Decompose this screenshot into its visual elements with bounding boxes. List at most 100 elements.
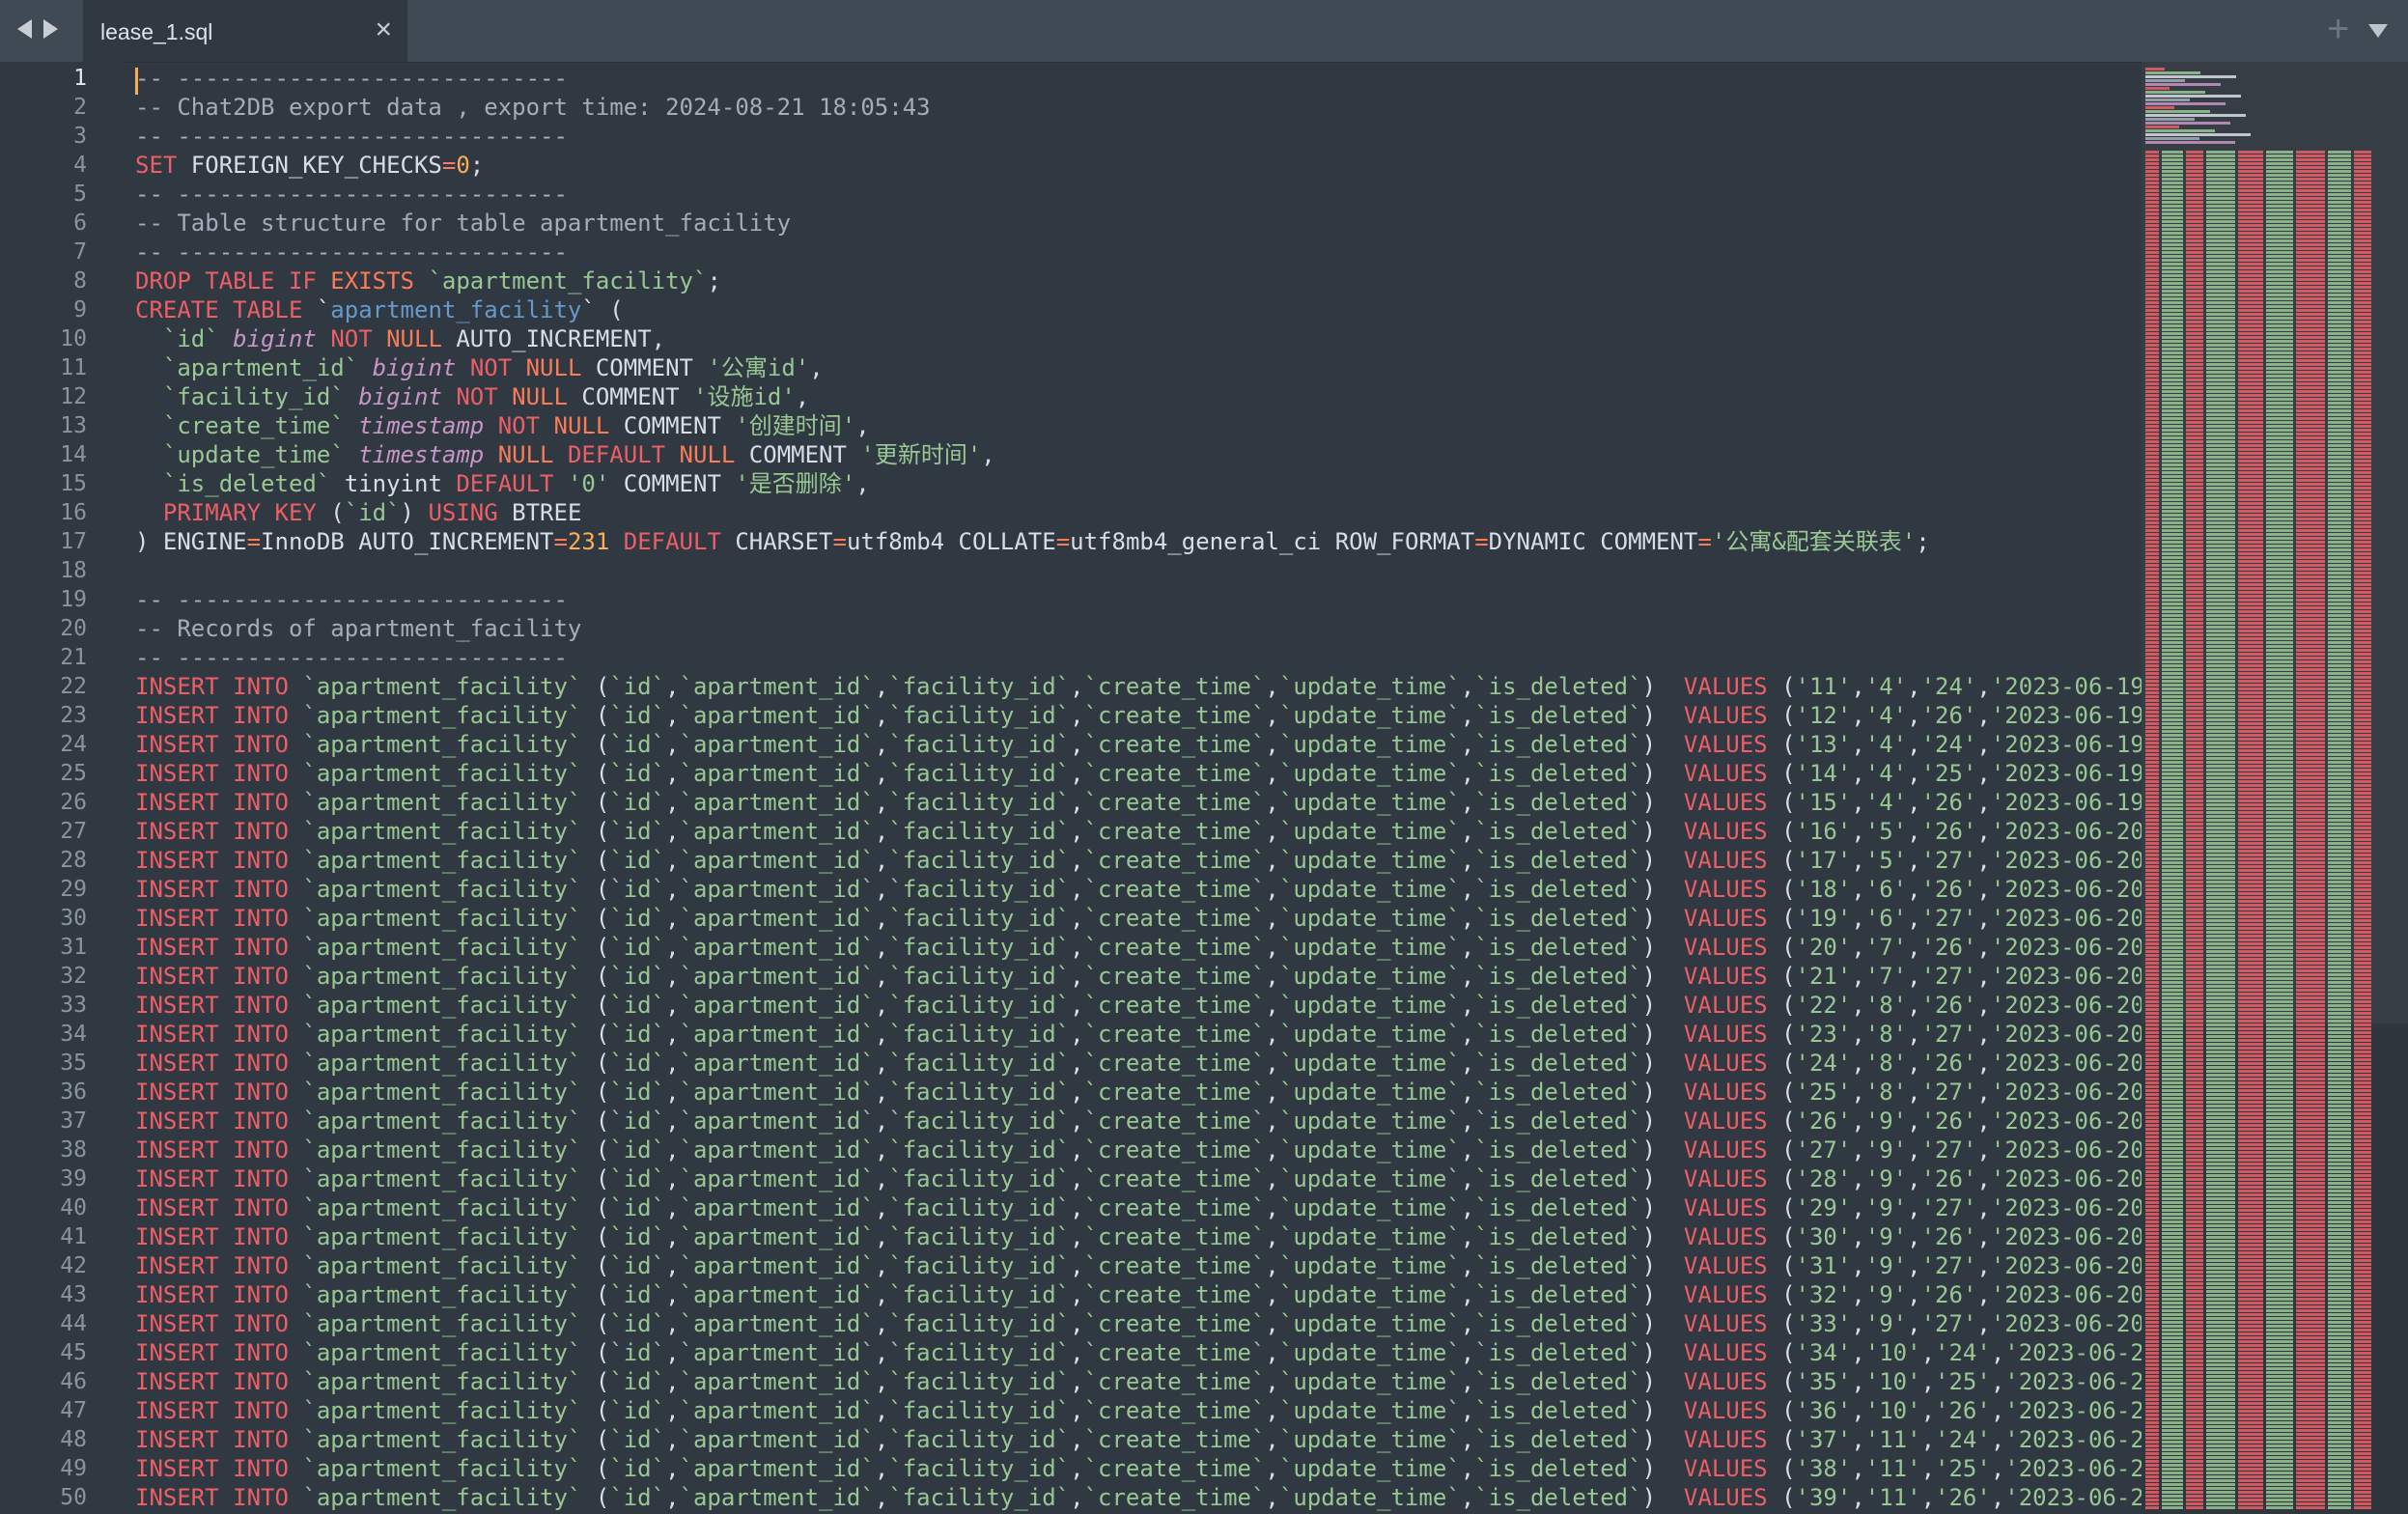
code-token: ; <box>707 267 721 294</box>
minimap-line <box>2296 1062 2325 1065</box>
code-token: , <box>1460 1455 1475 1482</box>
minimap-line <box>2354 568 2371 571</box>
minimap-line <box>2206 1000 2235 1003</box>
nav-forward-icon[interactable] <box>43 19 58 39</box>
minimap-line <box>2354 270 2371 273</box>
minimap-line <box>2206 390 2235 393</box>
minimap-line <box>2266 1441 2293 1444</box>
minimap-line <box>2328 660 2351 663</box>
minimap-line <box>2145 927 2159 930</box>
minimap-line <box>2238 865 2263 868</box>
code-editor[interactable]: -- ---------------------------- -- Chat2D… <box>135 62 2142 1514</box>
minimap-line <box>2296 1456 2325 1459</box>
minimap-line <box>2296 313 2325 316</box>
code-token: -- ---------------------------- <box>135 65 568 92</box>
close-icon[interactable]: × <box>375 14 392 46</box>
minimap-line <box>2296 699 2325 702</box>
minimap-line <box>2206 483 2235 486</box>
minimap-line <box>2354 745 2371 748</box>
minimap-line <box>2238 1012 2263 1015</box>
minimap-line <box>2162 1406 2183 1409</box>
minimap-line <box>2238 1398 2263 1401</box>
code-token: ( <box>581 818 610 845</box>
minimap-line <box>2354 1352 2371 1355</box>
minimap-line <box>2328 151 2351 154</box>
minimap-line <box>2206 645 2235 648</box>
minimap-line <box>2328 456 2351 459</box>
code-token: , <box>1976 1107 1991 1135</box>
minimap-line <box>2328 622 2351 625</box>
minimap-line <box>2162 189 2183 192</box>
minimap-line <box>2266 197 2293 200</box>
code-token: VALUES <box>1683 818 1782 845</box>
minimap-line <box>2354 162 2371 165</box>
minimap-line <box>2328 185 2351 188</box>
minimap-line <box>2328 371 2351 374</box>
code-line: `create_time` timestamp NOT NULL COMMENT… <box>135 411 870 440</box>
minimap-line <box>2145 1433 2159 1436</box>
minimap-line <box>2162 977 2183 980</box>
line-number: 42 <box>60 1253 87 1278</box>
code-token: , <box>874 1368 889 1395</box>
minimap-line <box>2266 796 2293 799</box>
minimap-line <box>2206 1108 2235 1111</box>
minimap-line <box>2296 780 2325 783</box>
minimap-line <box>2162 525 2183 528</box>
minimap-line <box>2238 815 2263 818</box>
minimap-line <box>2238 294 2263 296</box>
minimap-line <box>2266 877 2293 880</box>
minimap-line <box>2328 966 2351 968</box>
minimap-line <box>2162 942 2183 945</box>
minimap-line <box>2145 1232 2159 1235</box>
minimap-line <box>2238 761 2263 764</box>
minimap-line <box>2296 301 2325 304</box>
minimap[interactable] <box>2142 62 2408 1514</box>
minimap-line <box>2238 1228 2263 1231</box>
minimap-line <box>2266 521 2293 524</box>
chevron-down-icon[interactable] <box>2368 24 2388 38</box>
code-token: `create_time` <box>1083 1194 1266 1221</box>
minimap-line <box>2186 780 2203 783</box>
minimap-line <box>2354 827 2371 829</box>
tab-lease-sql[interactable]: lease_1.sql × <box>83 0 407 62</box>
minimap-line <box>2145 575 2159 578</box>
nav-back-icon[interactable] <box>17 19 32 39</box>
minimap-line <box>2186 1170 2203 1173</box>
minimap-line <box>2186 209 2203 211</box>
minimap-line <box>2266 1151 2293 1154</box>
minimap-line <box>2296 1336 2325 1339</box>
code-token: , <box>1907 992 1921 1019</box>
minimap-line <box>2145 911 2159 914</box>
minimap-line <box>2354 1004 2371 1007</box>
minimap-line <box>2145 205 2159 208</box>
code-token: '11' <box>1795 673 1852 700</box>
minimap-line <box>2162 321 2183 323</box>
code-token: `facility_id` <box>888 760 1071 787</box>
code-token: , <box>665 1021 680 1048</box>
minimap-line <box>2162 518 2183 520</box>
code-token: `facility_id` <box>888 1107 1071 1135</box>
minimap-line <box>2162 1054 2183 1057</box>
minimap-line <box>2266 386 2293 389</box>
minimap-line <box>2328 243 2351 246</box>
minimap-line <box>2186 1108 2203 1111</box>
code-token: '16' <box>1795 818 1852 845</box>
minimap-line <box>2186 1433 2203 1436</box>
minimap-line <box>2186 502 2203 505</box>
minimap-line <box>2162 1128 2183 1131</box>
line-number: 38 <box>60 1137 87 1163</box>
minimap-line <box>2206 162 2235 165</box>
minimap-line <box>2296 421 2325 424</box>
minimap-line <box>2145 71 2200 74</box>
code-token: `facility_id` <box>888 992 1071 1019</box>
minimap-line <box>2206 433 2235 435</box>
minimap-line <box>2186 232 2203 235</box>
plus-icon[interactable]: + <box>2327 10 2349 48</box>
minimap-line <box>2186 1081 2203 1084</box>
minimap-line <box>2145 1051 2159 1053</box>
minimap-line <box>2238 209 2263 211</box>
minimap-line <box>2266 1039 2293 1042</box>
minimap-line <box>2206 460 2235 463</box>
code-token: , <box>1907 1107 1921 1135</box>
